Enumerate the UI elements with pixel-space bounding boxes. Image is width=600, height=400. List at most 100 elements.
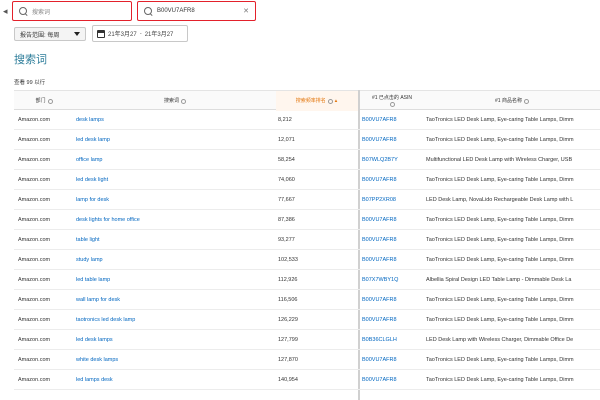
- page-title: 搜索词: [14, 54, 47, 66]
- table-row: Amazon.com table light 93,277 B00VU7AFR8 Tao…: [14, 230, 600, 250]
- asin-link[interactable]: B00VU7AFR8: [362, 210, 424, 230]
- product-name-cell: Albellia Spiral Design LED Table Lamp - …: [426, 277, 572, 283]
- search-rank-cell: 58,254: [278, 157, 295, 163]
- asin-link[interactable]: B00VU7AFR8: [362, 170, 424, 190]
- column-header-asin-label: #1 已点击的 ASIN: [371, 95, 412, 101]
- search-terms-table: 部门 搜索词 搜索频率排名 ▲ #1 已点击的 ASIN #1 商品名称 Amaz…: [14, 90, 600, 400]
- product-name-cell: TaoTronics LED Desk Lamp, Eye-caring Tab…: [426, 237, 574, 243]
- department-cell: Amazon.com: [18, 237, 51, 243]
- sort-ascending-icon: ▲: [333, 98, 339, 103]
- report-period-label: 报告范围: 每周: [20, 32, 60, 39]
- column-header-search-term-label: 搜索词: [163, 98, 179, 104]
- date-separator: -: [139, 30, 142, 37]
- asin-link[interactable]: B0B36CLGLH: [362, 330, 424, 350]
- search-rank-cell: 77,667: [278, 197, 295, 203]
- column-header-asin[interactable]: #1 已点击的 ASIN: [360, 91, 424, 111]
- column-header-product-name[interactable]: #1 商品名称: [424, 91, 600, 111]
- department-cell: Amazon.com: [18, 377, 51, 383]
- search-term-placeholder: 搜索词: [32, 9, 51, 16]
- search-term-link[interactable]: led lamps desk: [76, 370, 276, 390]
- search-term-link[interactable]: led desk light: [76, 170, 276, 190]
- table-row: Amazon.com lamp for desk 77,667 B07PP2XR08 L…: [14, 190, 600, 210]
- search-term-link[interactable]: lamp for desk: [76, 190, 276, 210]
- search-icon: [144, 6, 153, 16]
- date-range-picker[interactable]: 21年3月27 - 21年3月27: [92, 25, 188, 42]
- search-rank-cell: 140,954: [278, 377, 298, 383]
- search-term-link[interactable]: table light: [76, 230, 276, 250]
- product-name-cell: TaoTronics LED Desk Lamp, Eye-caring Tab…: [426, 137, 574, 143]
- report-period-dropdown[interactable]: 报告范围: 每周: [14, 27, 86, 41]
- asin-link[interactable]: B00VU7AFR8: [362, 370, 424, 390]
- search-rank-cell: 102,533: [278, 257, 298, 263]
- department-cell: Amazon.com: [18, 297, 51, 303]
- chevron-down-icon: [74, 32, 80, 36]
- product-name-cell: TaoTronics LED Desk Lamp, Eye-caring Tab…: [426, 257, 574, 263]
- info-icon: [327, 98, 333, 104]
- product-name-cell: Multifunctional LED Desk Lamp with Wirel…: [426, 157, 573, 163]
- search-term-link[interactable]: led desk lamp: [76, 130, 276, 150]
- search-rank-cell: 12,071: [278, 137, 295, 143]
- product-name-cell: TaoTronics LED Desk Lamp, Eye-caring Tab…: [426, 297, 574, 303]
- search-term-link[interactable]: study lamp: [76, 250, 276, 270]
- search-rank-cell: 127,870: [278, 357, 298, 363]
- column-header-search-rank[interactable]: 搜索频率排名 ▲: [276, 91, 358, 111]
- info-icon: [523, 98, 529, 104]
- search-term-link[interactable]: white desk lamps: [76, 350, 276, 370]
- search-term-link[interactable]: led desk lamps: [76, 330, 276, 350]
- table-row: Amazon.com desk lights for home office 87,…: [14, 210, 600, 230]
- search-rank-cell: 74,060: [278, 177, 295, 183]
- asin-link[interactable]: B00VU7AFR8: [362, 230, 424, 250]
- clear-icon[interactable]: ✕: [243, 7, 249, 15]
- asin-link[interactable]: B00VU7AFR8: [362, 290, 424, 310]
- column-header-search-term[interactable]: 搜索词: [74, 91, 276, 111]
- product-name-cell: TaoTronics LED Desk Lamp, Eye-caring Tab…: [426, 317, 574, 323]
- asin-link[interactable]: B07WLQ2B7Y: [362, 150, 424, 170]
- asin-link[interactable]: B00VU7AFR8: [362, 130, 424, 150]
- table-row: Amazon.com office lamp 58,254 B07WLQ2B7Y Mul…: [14, 150, 600, 170]
- department-cell: Amazon.com: [18, 157, 51, 163]
- info-icon: [389, 102, 395, 107]
- department-cell: Amazon.com: [18, 337, 51, 343]
- table-row: Amazon.com led desk light 74,060 B00VU7AFR8…: [14, 170, 600, 190]
- table-row: Amazon.com led desk lamps 127,799 B0B36CLGL…: [14, 330, 600, 350]
- search-term-input[interactable]: 搜索词: [12, 1, 132, 21]
- table-row: Amazon.com led desk lamp 12,071 B00VU7AFR8 T…: [14, 130, 600, 150]
- search-rank-cell: 112,926: [278, 277, 298, 283]
- search-term-link[interactable]: office lamp: [76, 150, 276, 170]
- result-count: 查看 99 以行: [14, 80, 46, 86]
- search-term-link[interactable]: desk lights for home office: [76, 210, 276, 230]
- search-rank-cell: 93,277: [278, 237, 295, 243]
- asin-search-input[interactable]: B00VU7AFR8 ✕: [137, 1, 256, 21]
- column-header-department[interactable]: 部门: [14, 91, 74, 111]
- department-cell: Amazon.com: [18, 357, 51, 363]
- asin-link[interactable]: B07PP2XR08: [362, 190, 424, 210]
- column-header-search-rank-label: 搜索频率排名: [295, 98, 326, 104]
- column-header-department-label: 部门: [35, 98, 46, 104]
- search-rank-cell: 8,212: [278, 117, 292, 123]
- back-arrow-icon[interactable]: ◂: [3, 6, 8, 17]
- search-term-link[interactable]: desk lamps: [76, 110, 276, 130]
- table-row: Amazon.com led lamps desk 140,954 B00VU7AFR…: [14, 370, 600, 390]
- table-row: Amazon.com taotronics led desk lamp 126,22…: [14, 310, 600, 330]
- department-cell: Amazon.com: [18, 177, 51, 183]
- department-cell: Amazon.com: [18, 137, 51, 143]
- product-name-cell: TaoTronics LED Desk Lamp, Eye-caring Tab…: [426, 217, 574, 223]
- search-term-link[interactable]: taotronics led desk lamp: [76, 310, 276, 330]
- asin-link[interactable]: B00VU7AFR8: [362, 250, 424, 270]
- search-rank-cell: 87,386: [278, 217, 295, 223]
- table-row: Amazon.com white desk lamps 127,870 B00VU7A…: [14, 350, 600, 370]
- asin-link[interactable]: B07X7WBY1Q: [362, 270, 424, 290]
- calendar-icon: [97, 29, 105, 38]
- search-term-link[interactable]: led table lamp: [76, 270, 276, 290]
- asin-link[interactable]: B00VU7AFR8: [362, 350, 424, 370]
- date-start: 21年3月27: [108, 32, 137, 38]
- asin-link[interactable]: B00VU7AFR8: [362, 110, 424, 130]
- asin-search-value: B00VU7AFR8: [157, 8, 195, 14]
- search-rank-cell: 127,799: [278, 337, 298, 343]
- product-name-cell: TaoTronics LED Desk Lamp, Eye-caring Tab…: [426, 117, 574, 123]
- department-cell: Amazon.com: [18, 277, 51, 283]
- asin-link[interactable]: B00VU7AFR8: [362, 310, 424, 330]
- info-icon: [181, 98, 186, 104]
- table-row: Amazon.com wall lamp for desk 116,506 B00VU…: [14, 290, 600, 310]
- search-term-link[interactable]: wall lamp for desk: [76, 290, 276, 310]
